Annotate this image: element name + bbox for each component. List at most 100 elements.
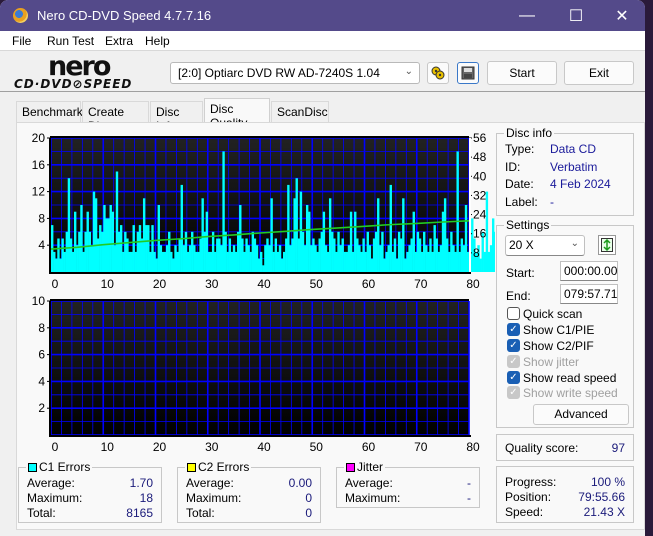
minimize-button[interactable]: — <box>504 0 550 31</box>
tab-scandisc[interactable]: ScanDisc <box>271 101 329 122</box>
c1-bar <box>262 265 265 272</box>
advanced-button[interactable]: Advanced <box>533 404 629 425</box>
c1-bar <box>209 251 213 272</box>
c1-bar <box>84 231 87 272</box>
c1-bar <box>153 251 156 272</box>
c2-average-value: 0.00 <box>288 476 312 490</box>
speed-label: Speed: <box>505 505 544 519</box>
progress-value: 100 % <box>590 475 625 489</box>
c1-bar <box>172 258 175 272</box>
exit-button[interactable]: Exit <box>564 61 634 85</box>
menu-file[interactable]: File <box>12 34 31 48</box>
c1-bar <box>69 238 73 272</box>
quality-score-label: Quality score: <box>505 441 579 455</box>
menu-run-test[interactable]: Run Test <box>47 34 94 48</box>
settings-group: Settings 20 X ⌄ Start: 000:00.00 End: 07… <box>496 218 634 428</box>
y-tick-label: 16 <box>32 158 46 172</box>
window-title: Nero CD-DVD Speed 4.7.7.16 <box>37 8 212 23</box>
drive-info-button[interactable] <box>427 62 449 84</box>
tab-disc-info[interactable]: Disc Info <box>150 101 203 133</box>
c1-bar <box>122 251 125 272</box>
c2-maximum-label: Maximum: <box>186 491 242 505</box>
x-tick-label: 10 <box>101 440 115 453</box>
end-time-input[interactable]: 079:57.71 <box>560 284 618 304</box>
chevron-down-icon: ⌄ <box>570 238 579 249</box>
c1-bar <box>251 231 255 272</box>
c1-average-label: Average: <box>27 476 75 490</box>
c1-bar <box>239 205 242 272</box>
c1-bar <box>433 225 436 272</box>
menu-help[interactable]: Help <box>145 34 170 48</box>
c1-bar <box>138 225 142 272</box>
c1-bar <box>117 231 121 272</box>
c1-bar <box>163 251 167 272</box>
c1-bar <box>270 198 273 272</box>
c1-bar <box>174 245 177 272</box>
c1-bar <box>63 251 66 272</box>
x-tick-label: 80 <box>466 277 480 290</box>
start-button[interactable]: Start <box>487 61 557 85</box>
maximize-button[interactable]: ☐ <box>553 0 599 31</box>
start-time-input[interactable]: 000:00.00 <box>560 261 618 281</box>
tab-disc-quality[interactable]: Disc Quality <box>204 98 270 130</box>
c1-bar <box>379 245 382 272</box>
c1-bar <box>109 205 112 272</box>
tab-create-disc[interactable]: Create Disc <box>82 101 149 133</box>
c1-bar <box>441 211 445 272</box>
end-label: End: <box>506 289 531 303</box>
app-window: Nero CD-DVD Speed 4.7.7.16 — ☐ ✕ File Ru… <box>0 0 645 536</box>
save-icon <box>461 66 475 80</box>
c1-bar <box>80 205 83 272</box>
quick-scan-checkbox[interactable]: Quick scan <box>507 306 582 321</box>
c1-bar <box>416 231 420 272</box>
tab-benchmark[interactable]: Benchmark <box>16 101 83 122</box>
type-label: Type: <box>505 142 535 156</box>
c1-maximum-value: 18 <box>139 491 153 505</box>
position-value: 79:55.66 <box>578 490 625 504</box>
c1-bar <box>400 238 403 272</box>
c2-errors-title-text: C2 Errors <box>198 460 250 474</box>
c1-bar <box>243 251 246 272</box>
c1-bar <box>182 245 186 272</box>
c1-bar <box>222 151 225 272</box>
quick-scan-label: Quick scan <box>523 306 583 321</box>
disc-label-value: - <box>550 195 554 209</box>
show-read-speed-checkbox[interactable]: ✓ Show read speed <box>507 370 616 385</box>
c1-bar <box>249 251 252 272</box>
c1-bar <box>303 245 307 272</box>
c1-bar <box>170 251 173 272</box>
drive-select[interactable]: [2:0] Optiarc DVD RW AD-7240S 1.04 ⌄ <box>170 62 420 84</box>
c1-bar <box>331 231 334 272</box>
disc-date-value: 4 Feb 2024 <box>550 177 611 191</box>
y-tick-label: 6 <box>38 348 45 362</box>
c1-bar <box>147 225 150 272</box>
c1-bar <box>358 245 361 272</box>
c1-bar <box>257 258 261 272</box>
close-button[interactable]: ✕ <box>599 0 645 31</box>
menu-extra[interactable]: Extra <box>105 34 133 48</box>
y-tick-label: 20 <box>32 131 46 145</box>
c1-bar <box>412 211 415 272</box>
show-c1-checkbox[interactable]: ✓ Show C1/PIE <box>507 322 594 337</box>
refresh-speed-button[interactable] <box>598 235 616 255</box>
x-tick-label: 40 <box>257 277 271 290</box>
c1-bar <box>443 198 447 272</box>
c1-bar <box>397 231 401 272</box>
c1-bar <box>247 245 250 272</box>
c1-average-value: 1.70 <box>129 476 153 490</box>
c1-bar <box>124 231 127 272</box>
c1-bar <box>260 251 263 272</box>
c1-bar <box>134 251 137 272</box>
c1-bar <box>205 211 209 272</box>
y2-tick-label: 16 <box>473 227 487 241</box>
c1-bar <box>310 245 313 272</box>
c1-bar <box>178 238 181 272</box>
speed-select[interactable]: 20 X ⌄ <box>505 235 585 256</box>
c1-bar <box>86 211 89 272</box>
c1-bar <box>161 251 165 272</box>
cd-dvd-speed-logo: CD·DVD⊘SPEED <box>14 77 133 91</box>
refresh-icon <box>601 238 613 252</box>
show-c2-checkbox[interactable]: ✓ Show C2/PIF <box>507 338 594 353</box>
save-button[interactable] <box>457 62 479 84</box>
c1-bar <box>489 245 493 272</box>
